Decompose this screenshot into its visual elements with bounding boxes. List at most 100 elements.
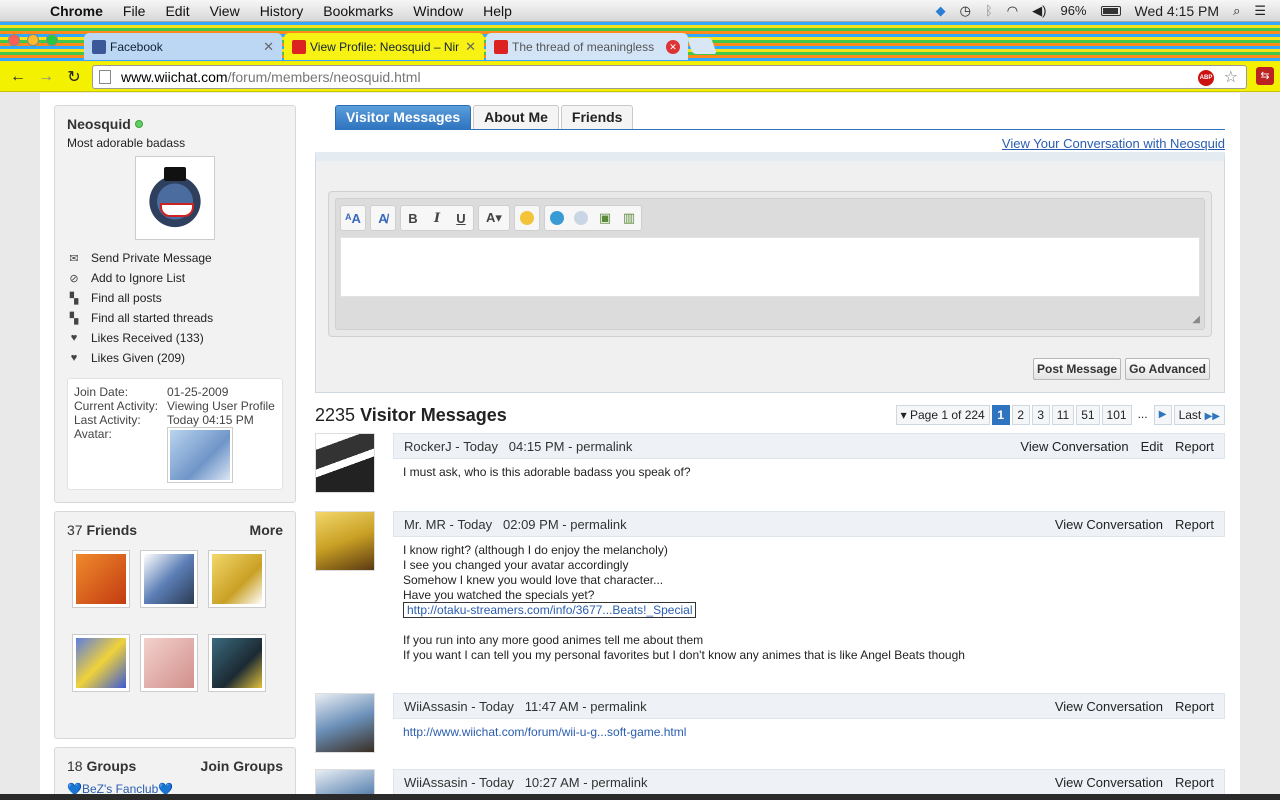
tab-about-me[interactable]: About Me xyxy=(473,105,559,129)
view-conversation-link[interactable]: View Conversation xyxy=(1055,699,1163,714)
insert-image-icon[interactable]: ▣ xyxy=(593,206,617,230)
page-11-link[interactable]: 11 xyxy=(1051,405,1075,425)
tab-friends[interactable]: Friends xyxy=(560,105,634,129)
back-arrow-icon[interactable]: ← xyxy=(8,68,28,86)
permalink[interactable]: permalink xyxy=(591,775,647,790)
message-avatar[interactable] xyxy=(315,433,375,493)
page-3-link[interactable]: 3 xyxy=(1031,405,1050,425)
zoom-window-button[interactable] xyxy=(46,34,58,46)
tab-thread[interactable]: The thread of meaningless ✕ xyxy=(486,33,688,60)
menubar-clock[interactable]: Wed 4:15 PM xyxy=(1135,3,1220,19)
reload-icon[interactable]: ↻ xyxy=(64,67,84,87)
join-groups-link[interactable]: Join Groups xyxy=(201,758,283,774)
bluetooth-icon[interactable]: ᛒ xyxy=(985,3,993,18)
menu-view[interactable]: View xyxy=(210,3,240,19)
page-1-link[interactable]: 1 xyxy=(991,405,1010,425)
friends-more-link[interactable]: More xyxy=(250,522,283,538)
insert-video-icon[interactable]: ▥ xyxy=(617,206,641,230)
remove-link-icon[interactable] xyxy=(569,206,593,230)
menu-app-chrome[interactable]: Chrome xyxy=(50,3,103,19)
page-2-link[interactable]: 2 xyxy=(1011,405,1030,425)
last-page-link[interactable]: Last ▶▶ xyxy=(1173,405,1225,425)
view-conversation-link[interactable]: View Conversation xyxy=(1055,775,1163,790)
close-tab-icon[interactable]: ✕ xyxy=(465,39,476,55)
report-link[interactable]: Report xyxy=(1175,775,1214,790)
message-avatar[interactable] xyxy=(315,511,375,571)
menu-edit[interactable]: Edit xyxy=(165,3,189,19)
dropbox-icon[interactable]: ◆ xyxy=(936,3,946,19)
menu-help[interactable]: Help xyxy=(483,3,512,19)
tab-visitor-messages[interactable]: Visitor Messages xyxy=(335,105,472,129)
friend-avatar[interactable] xyxy=(208,634,266,692)
menu-window[interactable]: Window xyxy=(413,3,463,19)
friend-avatar[interactable] xyxy=(208,550,266,608)
message-author[interactable]: RockerJ xyxy=(404,439,452,454)
likes-given-link[interactable]: ♥ Likes Given (209) xyxy=(67,348,283,368)
view-conversation-link[interactable]: View Your Conversation with Neosquid xyxy=(315,136,1225,152)
permalink[interactable]: permalink xyxy=(590,699,646,714)
extension-icon[interactable]: ⇆ xyxy=(1256,67,1274,85)
menu-bookmarks[interactable]: Bookmarks xyxy=(323,3,393,19)
smiley-icon[interactable] xyxy=(515,206,539,230)
underline-icon[interactable]: U xyxy=(449,206,473,230)
minimize-window-button[interactable] xyxy=(27,34,39,46)
message-author[interactable]: WiiAssasin xyxy=(404,699,468,714)
message-textarea[interactable] xyxy=(340,237,1200,297)
add-to-ignore-list-link[interactable]: ⊘ Add to Ignore List xyxy=(67,268,283,288)
remove-format-icon[interactable]: A̸ xyxy=(371,206,395,230)
message-link[interactable]: http://otaku-streamers.com/info/3677...B… xyxy=(403,602,697,618)
close-tab-icon[interactable]: ✕ xyxy=(666,39,680,54)
italic-icon[interactable]: I xyxy=(425,206,449,230)
friend-avatar[interactable] xyxy=(72,550,130,608)
tab-view-profile[interactable]: View Profile: Neosquid – Nin ✕ xyxy=(284,33,484,60)
message-avatar[interactable] xyxy=(315,693,375,753)
friend-avatar[interactable] xyxy=(72,634,130,692)
menu-file[interactable]: File xyxy=(123,3,146,19)
bold-icon[interactable]: B xyxy=(401,206,425,230)
report-link[interactable]: Report xyxy=(1175,699,1214,714)
find-all-threads-link[interactable]: ▚ Find all started threads xyxy=(67,308,283,328)
message-line: I must ask, who is this adorable badass … xyxy=(403,465,691,479)
friend-avatar[interactable] xyxy=(140,634,198,692)
time-machine-icon[interactable]: ◷ xyxy=(960,3,971,19)
send-private-message-link[interactable]: ✉ Send Private Message xyxy=(67,248,283,268)
font-size-icon[interactable]: ᴬA xyxy=(341,206,365,230)
go-advanced-button[interactable]: Go Advanced xyxy=(1125,358,1210,380)
report-link[interactable]: Report xyxy=(1175,439,1214,454)
permalink[interactable]: permalink xyxy=(576,439,632,454)
list-menu-icon[interactable]: ☰ xyxy=(1254,3,1266,19)
page-51-link[interactable]: 51 xyxy=(1076,405,1100,425)
friend-avatar[interactable] xyxy=(140,550,198,608)
font-color-icon[interactable]: A▾ xyxy=(479,206,509,230)
battery-icon[interactable] xyxy=(1100,5,1121,16)
view-conversation-link[interactable]: View Conversation xyxy=(1055,517,1163,532)
adblock-icon[interactable]: ABP xyxy=(1198,70,1214,86)
insert-link-icon[interactable] xyxy=(545,206,569,230)
edit-link[interactable]: Edit xyxy=(1141,439,1163,454)
menu-history[interactable]: History xyxy=(260,3,304,19)
find-all-posts-link[interactable]: ▚ Find all posts xyxy=(67,288,283,308)
likes-received-link[interactable]: ♥ Likes Received (133) xyxy=(67,328,283,348)
address-bar[interactable]: www.wiichat.com /forum/members/neosquid.… xyxy=(92,65,1247,89)
resize-grip-icon[interactable]: ◢ xyxy=(1192,314,1200,325)
page-jump-dropdown[interactable]: ▾ Page 1 of 224 xyxy=(895,405,990,425)
close-window-button[interactable] xyxy=(8,34,20,46)
battery-percent[interactable]: 96% xyxy=(1060,3,1086,18)
message-author[interactable]: WiiAssasin xyxy=(404,775,468,790)
post-message-button[interactable]: Post Message xyxy=(1033,358,1122,380)
new-tab-button[interactable] xyxy=(687,38,717,54)
volume-icon[interactable]: ◀) xyxy=(1032,3,1046,19)
close-tab-icon[interactable]: ✕ xyxy=(263,39,274,55)
page-101-link[interactable]: 101 xyxy=(1101,405,1132,425)
view-conversation-link[interactable]: View Conversation xyxy=(1020,439,1128,454)
message-author[interactable]: Mr. MR xyxy=(404,517,446,532)
wifi-icon[interactable]: ◠ xyxy=(1007,3,1018,19)
report-link[interactable]: Report xyxy=(1175,517,1214,532)
tab-facebook[interactable]: Facebook ✕ xyxy=(84,33,282,60)
message-link[interactable]: http://www.wiichat.com/forum/wii-u-g...s… xyxy=(403,725,686,739)
forward-arrow-icon[interactable]: → xyxy=(36,68,56,86)
permalink[interactable]: permalink xyxy=(570,517,626,532)
next-page-icon[interactable]: ▶ xyxy=(1153,405,1172,425)
spotlight-search-icon[interactable]: ⌕ xyxy=(1233,3,1240,19)
bookmark-star-icon[interactable]: ☆ xyxy=(1224,67,1238,87)
